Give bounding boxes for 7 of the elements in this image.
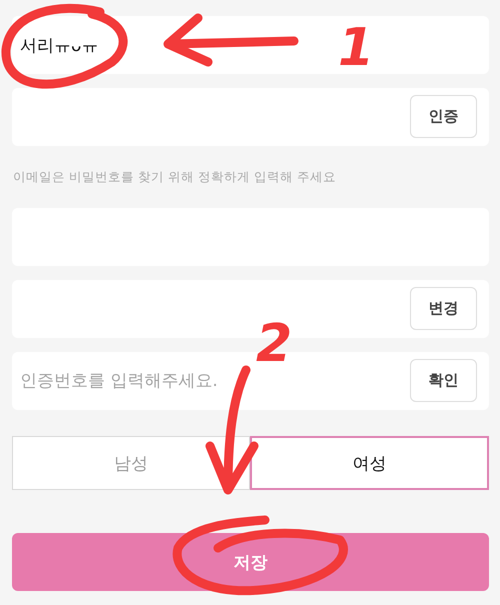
gender-option[interactable]: 여성 xyxy=(250,436,489,490)
field-button[interactable]: 확인 xyxy=(410,359,477,402)
field-button[interactable]: 변경 xyxy=(410,287,477,330)
field-button[interactable]: 인증 xyxy=(410,95,477,138)
input-field[interactable] xyxy=(12,88,489,146)
annotation-number: 1 xyxy=(338,22,374,74)
email-hint-text: 이메일은 비밀번호를 찾기 위해 정확하게 입력해 주세요 xyxy=(12,168,336,186)
